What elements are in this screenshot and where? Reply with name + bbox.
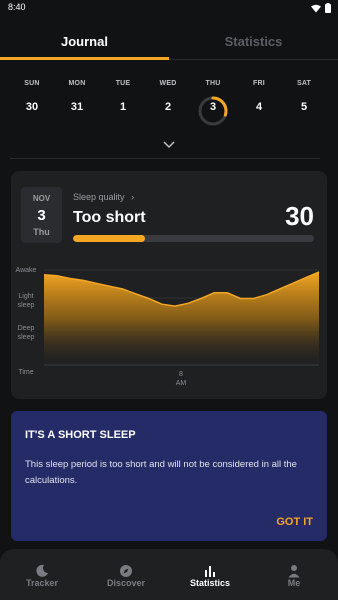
compass-icon	[120, 565, 132, 577]
day-date: 5	[300, 101, 308, 113]
short-sleep-notice: IT'S A SHORT SLEEP This sleep period is …	[11, 411, 327, 541]
notice-title: IT'S A SHORT SLEEP	[25, 429, 136, 441]
day-date: 1	[119, 101, 127, 113]
nav-tracker[interactable]: Tracker	[0, 549, 84, 600]
tab-statistics[interactable]: Statistics	[169, 34, 338, 49]
day-fri[interactable]: FRI 4	[236, 80, 282, 113]
day-date: 2	[164, 101, 172, 113]
sleep-quality-bar	[73, 235, 314, 242]
day-name: WED	[159, 80, 177, 87]
day-name: FRI	[253, 80, 265, 87]
day-wed[interactable]: WED 2	[145, 80, 191, 113]
divider	[10, 158, 320, 159]
day-date: 3	[209, 101, 217, 113]
day-tue[interactable]: TUE 1	[100, 80, 146, 113]
day-name: SUN	[24, 80, 40, 87]
nav-discover[interactable]: Discover	[84, 549, 168, 600]
sleep-date-box: NOV 3 Thu	[21, 187, 62, 243]
sleep-month: NOV	[32, 194, 51, 203]
day-name: MON	[68, 80, 86, 87]
bottom-nav: Tracker Discover Statistics Me	[0, 549, 338, 600]
sleep-area	[44, 271, 319, 365]
sleep-area-chart	[43, 269, 320, 366]
nav-label: Discover	[106, 578, 146, 588]
nav-label: Statistics	[189, 578, 231, 588]
sleep-score: 30	[285, 201, 314, 231]
moon-icon	[36, 564, 48, 577]
day-sun[interactable]: SUN 30	[9, 80, 55, 113]
person-icon	[288, 565, 300, 578]
active-tab-indicator	[0, 57, 169, 60]
nav-me[interactable]: Me	[252, 549, 336, 600]
battery-icon	[325, 3, 331, 13]
status-bar: 8:40	[0, 0, 338, 16]
day-mon[interactable]: MON 31	[54, 80, 100, 113]
tab-journal[interactable]: Journal	[0, 34, 169, 49]
day-name: THU	[205, 80, 221, 87]
sleep-quality-label: Sleep quality	[73, 192, 125, 202]
day-date: 30	[25, 101, 39, 113]
day-thu[interactable]: THU 3	[190, 80, 236, 126]
sleep-chart: Awake Light sleep Deep sleep Time 8 AM	[11, 260, 327, 390]
status-time: 8:40	[8, 2, 26, 12]
week-selector: SUN 30 MON 31 TUE 1 WED 2 THU 3 FRI 4 SA…	[0, 80, 338, 130]
day-sat[interactable]: SAT 5	[281, 80, 327, 113]
bar-chart-icon	[205, 566, 215, 577]
sleep-quality-link[interactable]: Sleep quality ›	[73, 192, 134, 202]
chevron-right-icon: ›	[131, 192, 135, 202]
sleep-weekday: Thu	[33, 227, 50, 237]
day-date: 4	[255, 101, 263, 113]
chevron-down-icon[interactable]	[162, 140, 176, 150]
wifi-icon	[311, 4, 321, 12]
nav-statistics[interactable]: Statistics	[168, 549, 252, 600]
day-name: SAT	[296, 80, 312, 87]
day-date: 31	[70, 101, 84, 113]
got-it-button[interactable]: GOT IT	[276, 516, 313, 528]
sleep-quality-title: Too short	[73, 209, 146, 226]
top-tabs: Journal Statistics	[0, 24, 338, 60]
sleep-quality-bar-fill	[73, 235, 146, 242]
nav-label: Me	[287, 578, 301, 588]
notice-body: This sleep period is too short and will …	[25, 459, 297, 486]
status-icons	[311, 3, 331, 13]
day-name: TUE	[115, 80, 131, 87]
nav-label: Tracker	[25, 578, 59, 588]
sleep-day: 3	[37, 207, 46, 224]
